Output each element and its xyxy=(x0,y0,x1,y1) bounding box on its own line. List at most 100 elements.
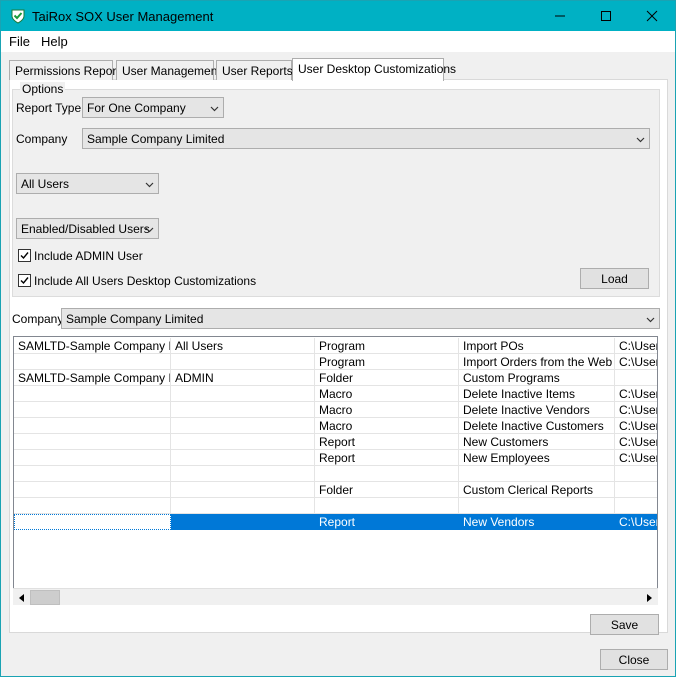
table-cell[interactable] xyxy=(14,434,171,450)
table-cell[interactable]: Macro xyxy=(315,402,459,418)
table-cell[interactable] xyxy=(171,482,315,498)
table-cell[interactable]: Delete Inactive Items xyxy=(459,386,615,402)
table-cell[interactable]: Import Orders from the Web xyxy=(459,354,615,370)
table-cell[interactable] xyxy=(171,450,315,466)
maximize-button[interactable] xyxy=(583,1,629,31)
table-cell[interactable]: Report xyxy=(315,514,459,530)
table-row[interactable] xyxy=(14,498,657,514)
table-cell[interactable]: C:\Users xyxy=(615,434,657,450)
table-cell[interactable]: New Customers xyxy=(459,434,615,450)
table-cell[interactable] xyxy=(615,498,657,514)
table-cell[interactable]: Delete Inactive Customers xyxy=(459,418,615,434)
save-button[interactable]: Save xyxy=(590,614,659,635)
table-cell[interactable]: All Users xyxy=(171,338,315,354)
tab-permissions-report[interactable]: Permissions Report xyxy=(9,60,120,80)
title-bar[interactable]: TaiRox SOX User Management xyxy=(1,1,675,31)
table-cell[interactable]: C:\Users xyxy=(615,418,657,434)
tab-user-reports[interactable]: User Reports xyxy=(216,60,293,80)
table-row[interactable]: ReportNew VendorsC:\Users xyxy=(14,514,657,530)
table-cell[interactable]: ADMIN xyxy=(171,370,315,386)
include-all-users-checkbox[interactable] xyxy=(18,274,31,287)
table-row[interactable]: ProgramImport Orders from the WebC:\User… xyxy=(14,354,657,370)
table-row[interactable]: MacroDelete Inactive CustomersC:\Users xyxy=(14,418,657,434)
company-filter-dropdown[interactable]: Sample Company Limited xyxy=(61,308,660,329)
table-cell[interactable]: Macro xyxy=(315,418,459,434)
table-cell[interactable]: Custom Programs xyxy=(459,370,615,386)
table-cell[interactable] xyxy=(171,498,315,514)
table-row[interactable]: SAMLTD-Sample Company LimitedADMINFolder… xyxy=(14,370,657,386)
table-cell[interactable]: Macro xyxy=(315,386,459,402)
table-cell[interactable] xyxy=(171,514,315,530)
table-cell[interactable] xyxy=(615,370,657,386)
load-button[interactable]: Load xyxy=(580,268,649,289)
table-cell[interactable] xyxy=(14,466,171,482)
table-cell[interactable]: C:\Users xyxy=(615,354,657,370)
table-cell[interactable]: Custom Clerical Reports xyxy=(459,482,615,498)
table-cell[interactable]: Report xyxy=(315,434,459,450)
table-cell[interactable]: New Employees xyxy=(459,450,615,466)
users-dropdown[interactable]: All Users xyxy=(16,173,159,194)
table-row[interactable]: ReportNew CustomersC:\Users xyxy=(14,434,657,450)
table-row[interactable] xyxy=(14,466,657,482)
table-cell[interactable]: Import POs xyxy=(459,338,615,354)
tab-user-desktop-customizations[interactable]: User Desktop Customizations xyxy=(292,58,456,81)
table-cell[interactable] xyxy=(315,466,459,482)
table-cell[interactable] xyxy=(171,466,315,482)
table-cell[interactable] xyxy=(171,418,315,434)
enabled-users-dropdown[interactable]: Enabled/Disabled Users xyxy=(16,218,159,239)
table-cell[interactable]: C:\Users xyxy=(615,450,657,466)
table-cell[interactable]: Delete Inactive Vendors xyxy=(459,402,615,418)
table-cell[interactable] xyxy=(14,354,171,370)
table-row[interactable]: Folder Custom Clerical Reports xyxy=(14,482,657,498)
window-title: TaiRox SOX User Management xyxy=(32,9,214,24)
table-cell[interactable]: New Vendors xyxy=(459,514,615,530)
table-cell[interactable] xyxy=(14,418,171,434)
table-cell[interactable] xyxy=(315,498,459,514)
menu-help[interactable]: Help xyxy=(41,34,68,49)
table-cell[interactable] xyxy=(14,498,171,514)
table-cell[interactable]: C:\Users xyxy=(615,514,657,530)
table-cell[interactable] xyxy=(14,482,171,498)
include-all-users-label[interactable]: Include All Users Desktop Customizations xyxy=(34,274,256,288)
table-row[interactable]: ReportNew EmployeesC:\Users xyxy=(14,450,657,466)
table-cell[interactable]: SAMLTD-Sample Company Limited xyxy=(14,338,171,354)
include-admin-label[interactable]: Include ADMIN User xyxy=(34,249,143,263)
table-cell[interactable] xyxy=(14,402,171,418)
table-row[interactable]: SAMLTD-Sample Company LimitedAll UsersPr… xyxy=(14,338,657,354)
close-window-button[interactable] xyxy=(629,1,675,31)
table-cell[interactable]: Folder xyxy=(315,482,459,498)
table-cell[interactable] xyxy=(171,354,315,370)
close-button[interactable]: Close xyxy=(600,649,668,670)
table-cell[interactable]: Folder xyxy=(315,370,459,386)
table-cell[interactable]: SAMLTD-Sample Company Limited xyxy=(14,370,171,386)
table-cell[interactable]: C:\Users xyxy=(615,338,657,354)
scroll-right-button[interactable] xyxy=(640,589,657,606)
table-cell[interactable] xyxy=(459,466,615,482)
table-cell[interactable] xyxy=(14,450,171,466)
table-cell[interactable] xyxy=(14,386,171,402)
table-cell[interactable] xyxy=(14,514,171,530)
company-dropdown[interactable]: Sample Company Limited xyxy=(82,128,650,149)
table-cell[interactable]: Report xyxy=(315,450,459,466)
scroll-left-button[interactable] xyxy=(13,589,30,606)
table-cell[interactable] xyxy=(459,498,615,514)
customizations-grid[interactable]: SAMLTD-Sample Company LimitedAll UsersPr… xyxy=(13,336,658,605)
table-cell[interactable]: Program xyxy=(315,354,459,370)
table-cell[interactable] xyxy=(171,402,315,418)
table-cell[interactable] xyxy=(171,386,315,402)
table-cell[interactable] xyxy=(171,434,315,450)
report-type-dropdown[interactable]: For One Company xyxy=(82,97,224,118)
table-row[interactable]: MacroDelete Inactive ItemsC:\Users xyxy=(14,386,657,402)
horizontal-scrollbar[interactable] xyxy=(13,588,658,605)
table-cell[interactable] xyxy=(615,482,657,498)
scroll-thumb[interactable] xyxy=(30,590,60,605)
menu-file[interactable]: File xyxy=(9,34,30,49)
table-cell[interactable]: Program xyxy=(315,338,459,354)
tab-user-management[interactable]: User Management xyxy=(116,60,221,80)
table-cell[interactable]: C:\Users xyxy=(615,402,657,418)
minimize-button[interactable] xyxy=(537,1,583,31)
table-row[interactable]: MacroDelete Inactive VendorsC:\Users xyxy=(14,402,657,418)
table-cell[interactable] xyxy=(615,466,657,482)
include-admin-checkbox[interactable] xyxy=(18,249,31,262)
table-cell[interactable]: C:\Users xyxy=(615,386,657,402)
